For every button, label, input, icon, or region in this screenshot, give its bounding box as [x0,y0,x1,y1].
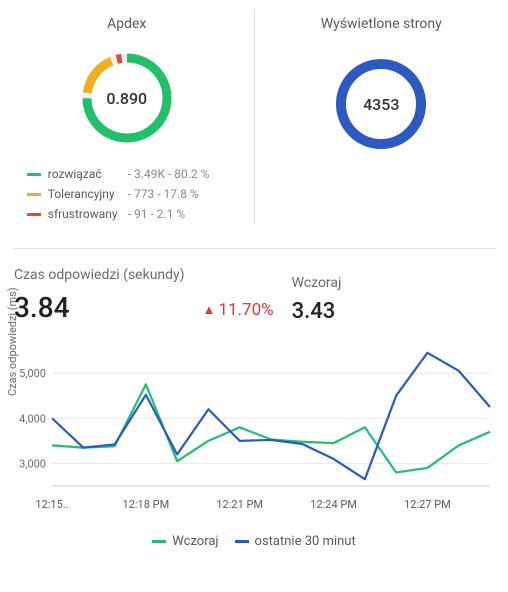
apdex-legend-row: sfrustrowany- 91 - 2.1 % [27,204,227,224]
legend-swatch [152,540,166,543]
apdex-legend-row: rozwiązać- 3.49K - 80.2 % [27,164,227,184]
legend-label: ostatnie 30 minut [255,534,356,549]
response-compare: Wczoraj 3.43 [292,275,342,324]
response-metrics: Czas odpowiedzi (sekundy) 3.84 ▲ 11.70% … [14,267,494,324]
apdex-score: 0.890 [75,46,179,150]
svg-text:12:27 PM: 12:27 PM [404,498,451,511]
svg-text:4,000: 4,000 [19,412,46,425]
legend-swatch [27,173,41,176]
apdex-panel: Apdex 0.890 rozwiązać- 3.49K - 80.2 %Tol… [0,10,255,224]
legend-swatch [235,540,249,543]
legend-label: rozwiązać [48,167,128,181]
svg-text:12:24 PM: 12:24 PM [310,498,357,511]
svg-text:5,000: 5,000 [19,367,46,380]
apdex-legend-row: Tolerancyjny- 773 - 17.8 % [27,184,227,204]
legend-swatch [27,193,41,196]
apdex-donut: 0.890 [75,46,179,150]
line-chart-legend: Wczoraj ostatnie 30 minut [14,534,494,549]
response-compare-title: Wczoraj [292,275,342,291]
y-axis-label: Czas odpowiedzi (ms) [6,287,19,396]
pageviews-title: Wyświetlone strony [321,16,442,32]
svg-text:12:15..: 12:15.. [35,498,68,511]
legend-value: - 91 - 2.1 % [128,207,185,221]
legend-swatch [27,213,41,216]
response-title: Czas odpowiedzi (sekundy) [14,267,185,283]
response-delta: ▲ 11.70% [203,300,274,320]
apdex-legend: rozwiązać- 3.49K - 80.2 %Tolerancyjny- 7… [27,164,227,224]
svg-text:12:18 PM: 12:18 PM [123,498,170,511]
svg-text:12:21 PM: 12:21 PM [216,498,263,511]
legend-value: - 773 - 17.8 % [128,187,199,201]
legend-label: Wczoraj [172,534,218,549]
pageviews-value: 4353 [329,52,433,156]
response-current: Czas odpowiedzi (sekundy) 3.84 [14,267,185,324]
response-chart: Czas odpowiedzi (ms) 3,0004,0005,00012:1… [8,336,498,516]
response-value: 3.84 [14,291,185,324]
response-delta-value: 11.70% [218,300,273,320]
apdex-title: Apdex [107,16,146,32]
response-section: Czas odpowiedzi (sekundy) 3.84 ▲ 11.70% … [0,267,508,549]
legend-label: sfrustrowany [48,207,128,221]
svg-text:3,000: 3,000 [19,457,46,470]
line-legend-item: ostatnie 30 minut [235,534,356,549]
arrow-up-icon: ▲ [203,302,216,318]
legend-label: Tolerancyjny [48,187,128,201]
response-compare-value: 3.43 [292,299,342,324]
legend-value: - 3.49K - 80.2 % [128,167,210,181]
top-row: Apdex 0.890 rozwiązać- 3.49K - 80.2 %Tol… [0,0,508,236]
divider [12,248,496,249]
pageviews-ring: 4353 [329,52,433,156]
pageviews-panel: Wyświetlone strony 4353 [255,10,508,224]
line-legend-item: Wczoraj [152,534,218,549]
